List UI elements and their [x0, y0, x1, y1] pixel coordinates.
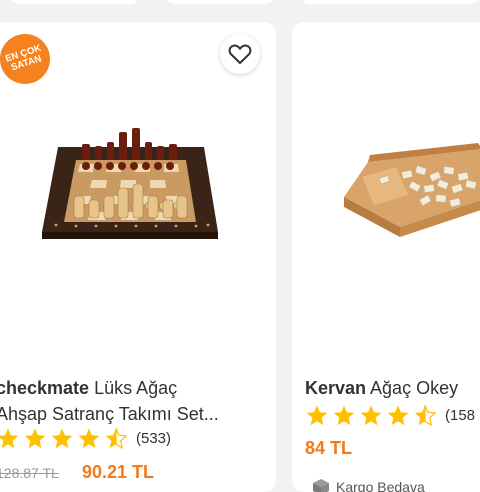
star-full-icon: [78, 428, 100, 449]
product-brand: checkmate: [0, 378, 90, 398]
top-strip: [0, 0, 480, 14]
star-full-icon: [306, 405, 328, 426]
review-count[interactable]: (533): [136, 430, 171, 447]
review-count[interactable]: (158: [445, 407, 475, 424]
product-image-chess-board[interactable]: [36, 122, 226, 257]
product-card-chess-set[interactable]: EN ÇOK SATAN checkmate Lüks Ağaç Ahşap S…: [0, 22, 276, 492]
star-half-icon: [105, 427, 127, 449]
product-title-line2[interactable]: Ahşap Satranç Takımı Set...: [0, 402, 219, 426]
previous-row-card: [300, 0, 480, 4]
old-price: 128.87 TL: [0, 465, 59, 481]
star-full-icon: [387, 405, 409, 426]
previous-row-card: [10, 0, 140, 4]
box-icon: [313, 479, 329, 492]
star-full-icon: [51, 428, 73, 449]
heart-outline-icon: [228, 44, 252, 64]
star-full-icon: [333, 405, 355, 426]
star-full-icon: [0, 428, 19, 449]
free-shipping-text: Kargo Bedava: [336, 479, 425, 492]
product-title-line1[interactable]: Kervan Ağaç Okey: [305, 376, 458, 400]
star-full-icon: [24, 428, 46, 449]
star-half-icon: [414, 404, 436, 426]
product-card-okey-set[interactable]: Kervan Ağaç Okey (158 84 TL Kargo Bedava: [292, 22, 480, 492]
product-title-text: Ağaç Okey: [366, 378, 459, 398]
best-seller-badge: EN ÇOK SATAN: [0, 27, 57, 91]
previous-row-card: [165, 0, 275, 4]
rating-stars: (158: [305, 404, 475, 427]
current-price: 84 TL: [305, 438, 353, 458]
product-title-text: Lüks Ağaç: [89, 378, 178, 398]
product-image-okey-set[interactable]: [340, 137, 480, 247]
product-brand: Kervan: [305, 378, 367, 398]
rating-stars: (533): [0, 427, 171, 450]
favorite-button[interactable]: [220, 34, 260, 74]
star-full-icon: [360, 405, 382, 426]
product-title-line1[interactable]: checkmate Lüks Ağaç: [0, 376, 177, 400]
free-shipping-label: Kargo Bedava: [312, 478, 425, 492]
